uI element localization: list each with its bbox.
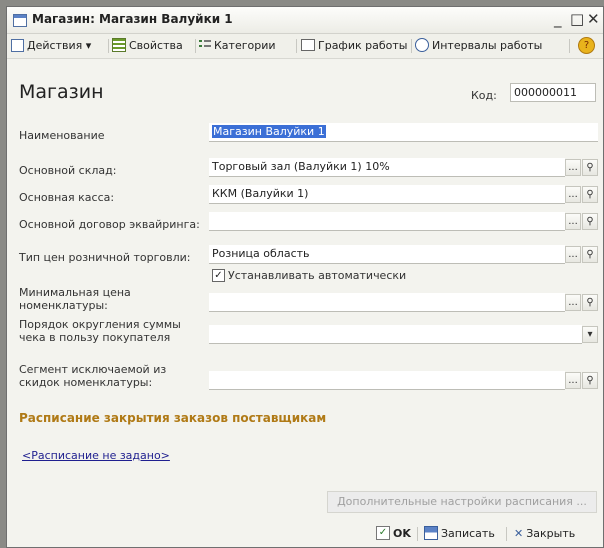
close-label: Закрыть xyxy=(526,527,576,540)
window-title: Магазин: Магазин Валуйки 1 xyxy=(32,12,233,26)
form-icon xyxy=(13,14,27,27)
chevron-down-icon: ▾ xyxy=(85,39,92,52)
cash-open-button[interactable]: ⚲ xyxy=(582,186,598,203)
page-title: Магазин xyxy=(19,81,104,103)
min-price-label-line2: номенклатуры: xyxy=(19,299,108,312)
price-type-field[interactable]: Розница область xyxy=(209,245,565,264)
toolbar-separator xyxy=(108,39,109,53)
ok-button[interactable]: ✓ OK xyxy=(376,526,411,541)
schedule-link[interactable]: <Расписание не задано> xyxy=(22,449,170,462)
close-window-button[interactable]: ✕ xyxy=(587,10,600,28)
toolbar-separator xyxy=(411,39,412,53)
segment-select-button[interactable]: ... xyxy=(565,372,581,389)
bottom-separator xyxy=(417,527,418,541)
ok-label: OK xyxy=(393,527,411,540)
segment-field[interactable] xyxy=(209,371,565,390)
search-icon: ⚲ xyxy=(586,297,594,308)
floppy-icon xyxy=(424,526,438,540)
acquiring-select-button[interactable]: ... xyxy=(565,213,581,230)
acquiring-open-button[interactable]: ⚲ xyxy=(582,213,598,230)
cash-field[interactable]: ККМ (Валуйки 1) xyxy=(209,185,565,204)
cash-select-button[interactable]: ... xyxy=(565,186,581,203)
auto-set-label: Устанавливать автоматически xyxy=(228,269,407,282)
work-schedule-label: График работы xyxy=(318,39,408,52)
search-icon: ⚲ xyxy=(586,189,594,200)
bottom-bar: ✓ OK Записать ✕ Закрыть xyxy=(7,519,603,547)
actions-menu-button[interactable]: Действия ▾ xyxy=(11,38,91,54)
extra-schedule-settings-button[interactable]: Дополнительные настройки расписания ... xyxy=(327,491,597,513)
rounding-label-line2: чека в пользу покупателя xyxy=(19,331,171,344)
rounding-select[interactable] xyxy=(209,325,582,344)
toolbar: Действия ▾ Свойства Категории График раб… xyxy=(7,34,603,59)
save-label: Записать xyxy=(441,527,495,540)
min-price-field[interactable] xyxy=(209,293,565,312)
title-bar: Магазин: Магазин Валуйки 1 _ □ ✕ xyxy=(7,7,603,34)
properties-button[interactable]: Свойства xyxy=(112,38,183,54)
cash-label: Основная касса: xyxy=(19,191,115,204)
calendar-icon xyxy=(301,39,315,51)
warehouse-label: Основной склад: xyxy=(19,164,117,177)
search-icon: ⚲ xyxy=(586,162,594,173)
warehouse-select-button[interactable]: ... xyxy=(565,159,581,176)
ok-icon: ✓ xyxy=(376,526,390,540)
warehouse-field[interactable]: Торговый зал (Валуйки 1) 10% xyxy=(209,158,565,177)
toolbar-separator xyxy=(569,39,570,53)
minimize-button[interactable]: _ xyxy=(554,10,562,28)
acquiring-field[interactable] xyxy=(209,212,565,231)
min-price-open-button[interactable]: ⚲ xyxy=(582,294,598,311)
name-field[interactable]: Магазин Валуйки 1 xyxy=(209,123,598,142)
work-schedule-button[interactable]: График работы xyxy=(301,38,407,54)
min-price-label-line1: Минимальная цена xyxy=(19,286,131,299)
properties-label: Свойства xyxy=(129,39,183,52)
segment-label-line2: скидок номенклатуры: xyxy=(19,376,153,389)
search-icon: ⚲ xyxy=(586,249,594,260)
name-label: Наименование xyxy=(19,129,105,142)
price-type-label: Тип цен розничной торговли: xyxy=(19,251,191,264)
work-intervals-button[interactable]: Интервалы работы xyxy=(415,38,542,54)
name-value: Магазин Валуйки 1 xyxy=(212,125,326,138)
close-button[interactable]: ✕ Закрыть xyxy=(514,527,575,541)
search-icon: ⚲ xyxy=(586,216,594,227)
categories-label: Категории xyxy=(214,39,276,52)
price-type-select-button[interactable]: ... xyxy=(565,246,581,263)
close-icon: ✕ xyxy=(514,527,524,540)
chevron-down-icon: ▾ xyxy=(587,329,593,340)
code-label: Код: xyxy=(471,89,497,102)
segment-open-button[interactable]: ⚲ xyxy=(582,372,598,389)
toolbar-separator xyxy=(195,39,196,53)
properties-icon xyxy=(112,38,126,52)
categories-icon xyxy=(199,39,211,51)
rounding-label-line1: Порядок округления суммы xyxy=(19,318,181,331)
warehouse-open-button[interactable]: ⚲ xyxy=(582,159,598,176)
segment-label-line1: Сегмент исключаемой из xyxy=(19,363,167,376)
actions-label: Действия xyxy=(27,39,83,52)
price-type-open-button[interactable]: ⚲ xyxy=(582,246,598,263)
schedule-section-heading: Расписание закрытия заказов поставщикам xyxy=(19,411,327,425)
save-button[interactable]: Записать xyxy=(424,526,495,541)
min-price-select-button[interactable]: ... xyxy=(565,294,581,311)
toolbar-separator xyxy=(296,39,297,53)
search-icon: ⚲ xyxy=(586,375,594,386)
rounding-dropdown-button[interactable]: ▾ xyxy=(582,326,598,343)
help-button[interactable]: ? xyxy=(578,37,598,54)
maximize-button[interactable]: □ xyxy=(570,10,584,28)
auto-set-checkbox[interactable]: ✓ xyxy=(212,269,225,282)
help-icon: ? xyxy=(578,37,595,54)
store-form-window: Магазин: Магазин Валуйки 1 _ □ ✕ Действи… xyxy=(6,6,604,548)
categories-button[interactable]: Категории xyxy=(199,38,276,54)
bottom-separator xyxy=(506,527,507,541)
acquiring-label: Основной договор эквайринга: xyxy=(19,218,200,231)
work-intervals-label: Интервалы работы xyxy=(432,39,543,52)
clock-icon xyxy=(415,38,429,52)
code-field[interactable]: 000000011 xyxy=(510,83,596,102)
actions-icon xyxy=(11,38,24,52)
